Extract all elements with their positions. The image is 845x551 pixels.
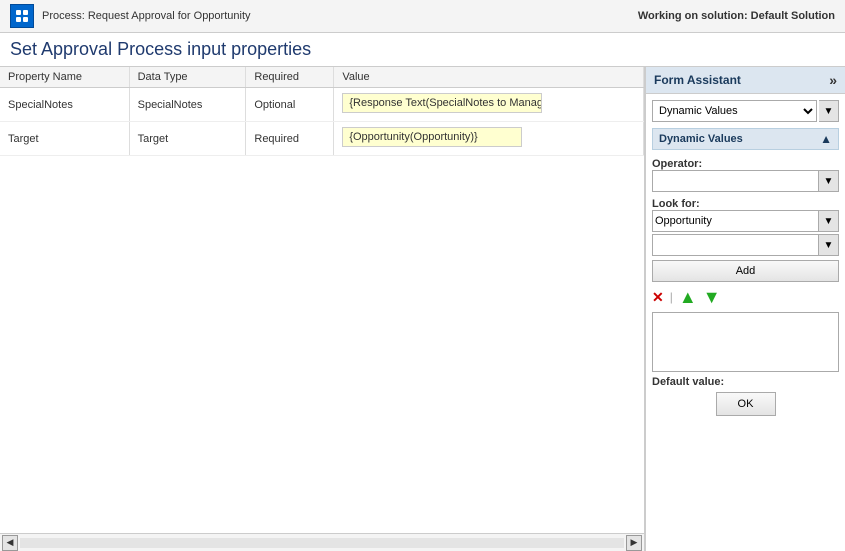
scroll-left-button[interactable]: ◀ [2, 535, 18, 551]
ok-button[interactable]: OK [716, 392, 776, 416]
col-header-property: Property Name [0, 67, 129, 88]
operator-group: Operator: ▼ [652, 156, 839, 192]
operator-label: Operator: [652, 158, 839, 170]
dynamic-values-select[interactable]: Dynamic Values [652, 100, 817, 122]
toolbar-separator: | [670, 290, 673, 304]
look-for-sub-input[interactable] [652, 234, 819, 256]
scroll-right-button[interactable]: ▶ [626, 535, 642, 551]
page-title-area: Set Approval Process input properties [0, 33, 845, 67]
data-type-cell: SpecialNotes [129, 88, 246, 122]
delete-icon[interactable]: ✕ [652, 289, 664, 306]
operator-input[interactable] [652, 170, 819, 192]
properties-table: Property Name Data Type Required Value S… [0, 67, 644, 156]
value-input-2[interactable]: {Opportunity(Opportunity)} [342, 127, 522, 147]
fa-toolbar: ✕ | ▲ ▼ [652, 286, 839, 308]
form-assistant-header: Form Assistant » [646, 67, 845, 94]
dynamic-values-section-body: Operator: ▼ Look for: ▼ ▼ [652, 156, 839, 416]
look-for-sub-input-row: ▼ [652, 234, 839, 256]
operator-dropdown-arrow[interactable]: ▼ [819, 170, 839, 192]
properties-spacer [0, 156, 644, 533]
properties-panel: Property Name Data Type Required Value S… [0, 67, 645, 551]
required-cell: Optional [246, 88, 334, 122]
move-up-icon[interactable]: ▲ [679, 288, 697, 306]
dynamic-values-dropdown-row: Dynamic Values ▼ [652, 100, 839, 122]
look-for-group: Look for: ▼ ▼ [652, 196, 839, 256]
move-down-icon[interactable]: ▼ [703, 288, 721, 306]
look-for-label: Look for: [652, 198, 839, 210]
top-bar: Process: Request Approval for Opportunit… [0, 0, 845, 33]
scroll-bar-area: ◀ ▶ [0, 533, 644, 551]
look-for-sub-dropdown-arrow[interactable]: ▼ [819, 234, 839, 256]
col-header-required: Required [246, 67, 334, 88]
look-for-input[interactable] [652, 210, 819, 232]
breadcrumb: Process: Request Approval for Opportunit… [42, 10, 251, 22]
form-assistant-expand-button[interactable]: » [829, 72, 837, 88]
default-value-label: Default value: [652, 376, 839, 388]
process-icon [10, 4, 34, 28]
form-assistant-title: Form Assistant [654, 73, 741, 87]
required-cell: Required [246, 122, 334, 156]
look-for-input-row: ▼ [652, 210, 839, 232]
look-for-dropdown-arrow[interactable]: ▼ [819, 210, 839, 232]
data-type-cell: Target [129, 122, 246, 156]
property-name-cell: Target [0, 122, 129, 156]
value-textarea[interactable] [652, 312, 839, 372]
page-title: Set Approval Process input properties [10, 39, 311, 59]
collapse-button[interactable]: ▲ [820, 132, 832, 146]
table-row: Target Target Required {Opportunity(Oppo… [0, 122, 644, 156]
add-button[interactable]: Add [652, 260, 839, 282]
dynamic-values-section-title: Dynamic Values [659, 133, 743, 145]
dynamic-values-dropdown-arrow[interactable]: ▼ [819, 100, 839, 122]
property-name-cell: SpecialNotes [0, 88, 129, 122]
col-header-value: Value [334, 67, 644, 88]
value-input-1[interactable]: {Response Text(SpecialNotes to Manage [342, 93, 542, 113]
main-content: Property Name Data Type Required Value S… [0, 67, 845, 551]
value-cell[interactable]: {Opportunity(Opportunity)} [334, 122, 644, 156]
col-header-datatype: Data Type [129, 67, 246, 88]
scroll-track[interactable] [20, 538, 624, 548]
table-row: SpecialNotes SpecialNotes Optional {Resp… [0, 88, 644, 122]
solution-label: Working on solution: Default Solution [638, 10, 835, 22]
operator-input-row: ▼ [652, 170, 839, 192]
value-cell[interactable]: {Response Text(SpecialNotes to Manage [334, 88, 644, 122]
form-assistant-body: Dynamic Values ▼ Dynamic Values ▲ Operat… [646, 94, 845, 551]
form-assistant-panel: Form Assistant » Dynamic Values ▼ Dynami… [645, 67, 845, 551]
dynamic-values-section-header: Dynamic Values ▲ [652, 128, 839, 150]
